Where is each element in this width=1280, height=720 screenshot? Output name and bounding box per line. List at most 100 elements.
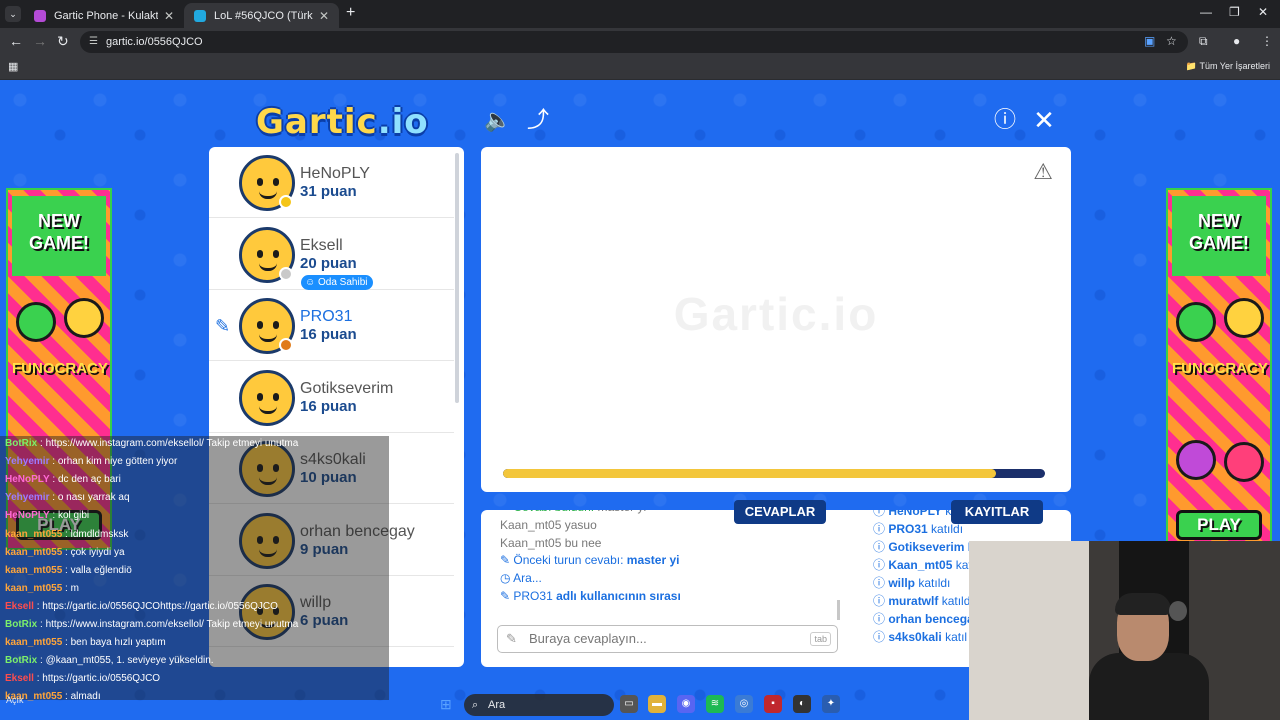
avatar-mouth	[259, 334, 277, 342]
log-action: katıl	[941, 630, 968, 644]
chat-text: : çok iyiydi ya	[62, 546, 125, 558]
answer-input[interactable]: ✎ Buraya cevaplayın... tab	[497, 625, 838, 653]
log-action: katıldı	[927, 522, 964, 536]
restore-icon[interactable]: ❐	[1229, 5, 1240, 19]
apps-grid-icon[interactable]: ▦	[8, 60, 18, 73]
log-user: s4ks0kali	[888, 630, 942, 644]
translate-icon[interactable]: ▣	[1144, 34, 1155, 48]
logo-io: .io	[377, 102, 429, 142]
message-bold: master yi	[626, 553, 680, 568]
close-tab-icon[interactable]: ✕	[319, 9, 329, 23]
avatar-mouth	[259, 263, 277, 271]
chat-username: kaan_mt055	[5, 637, 63, 649]
forward-icon[interactable]: →	[33, 33, 47, 49]
log-user: PRO31	[888, 522, 928, 536]
chat-message: kaan_mt055 : valla eğlendiö	[5, 565, 132, 576]
file-explorer-icon[interactable]: ▬	[648, 695, 666, 713]
players-scrollbar[interactable]	[455, 153, 459, 403]
tab-search-button[interactable]: ⌄	[5, 6, 21, 22]
avatar-eye	[257, 321, 263, 329]
message-text: Cevabı buldun:	[513, 510, 597, 514]
menu-icon[interactable]: ⋮	[1261, 34, 1273, 48]
obs-icon[interactable]: ◐	[793, 695, 811, 713]
info-icon: ⓘ	[873, 540, 889, 554]
answers-scrollbar[interactable]	[837, 600, 840, 620]
browser-toolbar: ← → ↻ ☰ gartic.io/0556QJCO ▣ ☆ ⧉ ● ⋮	[0, 28, 1280, 56]
chat-text: : ldmdldmsksk	[62, 528, 129, 540]
tab-answers[interactable]: CEVAPLAR	[734, 500, 826, 524]
chat-text: : dc den aç bari	[49, 474, 121, 486]
message-icon: ✔	[500, 510, 513, 514]
discord-icon[interactable]: ◉	[677, 695, 695, 713]
chat-message: BotRix : https://www.instagram.com/eksel…	[5, 619, 298, 630]
back-icon[interactable]: ←	[9, 33, 23, 49]
ad-new-game-text: NEW GAME!	[1172, 196, 1266, 276]
task-view-icon[interactable]: ▭	[620, 695, 638, 713]
log-user: muratwlf	[888, 594, 939, 608]
app-icon[interactable]: ▪	[764, 695, 782, 713]
tab-gartic-io[interactable]: LoL #56QJCO (Türkçe) - Gartic.io ✕	[184, 3, 339, 28]
info-icon: ⓘ	[873, 594, 889, 608]
chrome-icon[interactable]: ◎	[735, 695, 753, 713]
new-tab-button[interactable]: +	[346, 4, 355, 22]
ad-funocracy-text: FUNOCRACY	[1172, 360, 1268, 377]
chat-text: : @kaan_mt055, 1. seviyeye yükseldin.	[37, 655, 214, 667]
close-room-icon[interactable]: ✕	[1030, 106, 1058, 134]
address-bar[interactable]: ☰ gartic.io/0556QJCO	[80, 31, 1188, 53]
player-row[interactable]: ✎ PRO31 16 puan	[209, 290, 454, 361]
settings-app-icon[interactable]: ✦	[822, 695, 840, 713]
avatar-mouth	[259, 406, 277, 414]
streamer-hair	[1115, 593, 1171, 615]
chat-username: kaan_mt055	[5, 546, 63, 558]
avatar-eye	[273, 178, 279, 186]
player-status-dot	[279, 338, 293, 352]
player-status-dot	[279, 195, 293, 209]
ad-right[interactable]: NEW GAME! FUNOCRACY PLAY	[1166, 188, 1272, 550]
reload-icon[interactable]: ↻	[57, 33, 69, 50]
info-icon: ⓘ	[873, 576, 889, 590]
chat-message: HeNoPLY : dc den aç bari	[5, 474, 121, 485]
answer-message: ✔ Cevabı buldun: master yi	[500, 510, 646, 514]
taskbar-search[interactable]: ⌕ Ara	[464, 694, 614, 716]
ad-play-button[interactable]: PLAY	[1176, 510, 1262, 540]
tab-logs[interactable]: KAYITLAR	[951, 500, 1043, 524]
player-row[interactable]: Gotikseverim 16 puan	[209, 362, 454, 433]
answer-message: Kaan_mt05 yasuo	[500, 518, 597, 532]
all-bookmarks-link[interactable]: 📁 Tüm Yer İşaretleri	[1186, 61, 1270, 72]
windows-start-icon[interactable]: ⊞	[440, 696, 452, 713]
log-entry: ⓘ Kaan_mt05 kat	[873, 556, 972, 573]
log-entry: ⓘ PRO31 katıldı	[873, 520, 963, 537]
site-info-icon[interactable]: ☰	[89, 31, 98, 53]
player-score: 31 puan	[300, 183, 357, 200]
message-text: Önceki turun cevabı:	[513, 553, 627, 568]
message-text: PRO31	[513, 589, 553, 603]
spotify-icon[interactable]: ≋	[706, 695, 724, 713]
tab-gartic-phone[interactable]: Gartic Phone - Kulaktan Kulağa ✕	[24, 3, 184, 28]
player-avatar	[239, 369, 295, 426]
minimize-icon[interactable]: —	[1200, 5, 1212, 19]
player-row[interactable]: Eksell 20 puan ☺ Oda Sahibi	[209, 219, 454, 290]
share-icon[interactable]: ⤴	[524, 106, 552, 134]
info-icon: ⓘ	[873, 522, 889, 536]
bookmark-star-icon[interactable]: ☆	[1166, 34, 1177, 48]
close-tab-icon[interactable]: ✕	[164, 9, 174, 23]
chat-username: Yehyemir	[5, 456, 50, 468]
thumbs-up-icon	[1176, 302, 1216, 342]
ad-funocracy-text: FUNOCRACY	[12, 360, 108, 377]
sound-icon[interactable]: 🔈	[484, 106, 512, 134]
profile-avatar-icon[interactable]: ●	[1233, 34, 1240, 48]
drawing-canvas[interactable]: ⚠ Gartic.io	[481, 147, 1071, 492]
gartic-phone-favicon-icon	[34, 9, 46, 22]
thumbs-up-icon	[16, 302, 56, 342]
log-user: Kaan_mt05	[888, 558, 953, 572]
extensions-icon[interactable]: ⧉	[1199, 34, 1208, 49]
player-row[interactable]: HeNoPLY 31 puan	[209, 147, 454, 218]
info-icon[interactable]: ⓘ	[991, 106, 1019, 134]
chat-message: Yehyemir : o nası yarrak aq	[5, 492, 130, 503]
close-window-icon[interactable]: ✕	[1258, 5, 1268, 19]
report-warning-icon[interactable]: ⚠	[1033, 159, 1053, 185]
chat-text: : m	[62, 582, 79, 594]
message-bold: master yi	[597, 510, 646, 514]
chat-message: Eksell : https://gartic.io/0556QJCOhttps…	[5, 601, 278, 612]
chat-message: Yehyemir : orhan kim niye götten yiyor	[5, 456, 177, 467]
